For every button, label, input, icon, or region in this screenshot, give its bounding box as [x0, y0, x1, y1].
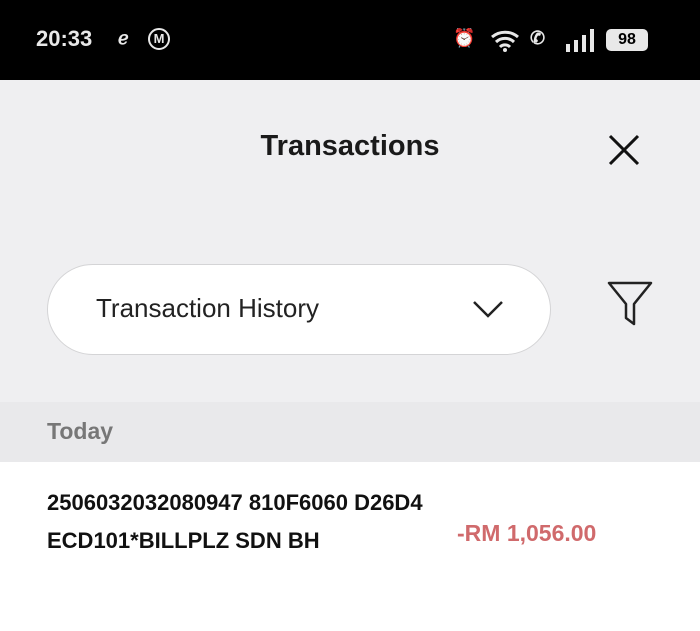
transaction-amount: -RM 1,056.00 — [457, 520, 597, 546]
filter-icon[interactable] — [606, 280, 654, 328]
notification-e-icon: ℯ — [118, 28, 129, 48]
transaction-description: 2506032032080947 810F6060 D26D4ECD101*BI… — [47, 490, 423, 553]
battery-icon: 98 — [606, 29, 648, 51]
chevron-down-icon — [473, 301, 503, 318]
notification-m-icon: M — [148, 28, 170, 50]
page-title: Transactions — [260, 130, 440, 162]
group-header-today: Today — [0, 402, 700, 462]
group-label: Today — [47, 418, 114, 444]
transaction-type-dropdown[interactable]: Transaction History — [47, 264, 551, 355]
dropdown-value: Transaction History — [96, 293, 319, 323]
wifi-call-icon: ✆ — [530, 28, 546, 48]
alarm-icon: ⏰ — [453, 28, 476, 48]
wifi-icon — [491, 30, 519, 52]
clock: 20:33 — [36, 26, 93, 51]
close-icon[interactable] — [604, 130, 644, 170]
signal-icon — [566, 29, 594, 52]
status-bar: 20:33 ℯ M ⏰ ✆ 98 — [0, 0, 700, 80]
